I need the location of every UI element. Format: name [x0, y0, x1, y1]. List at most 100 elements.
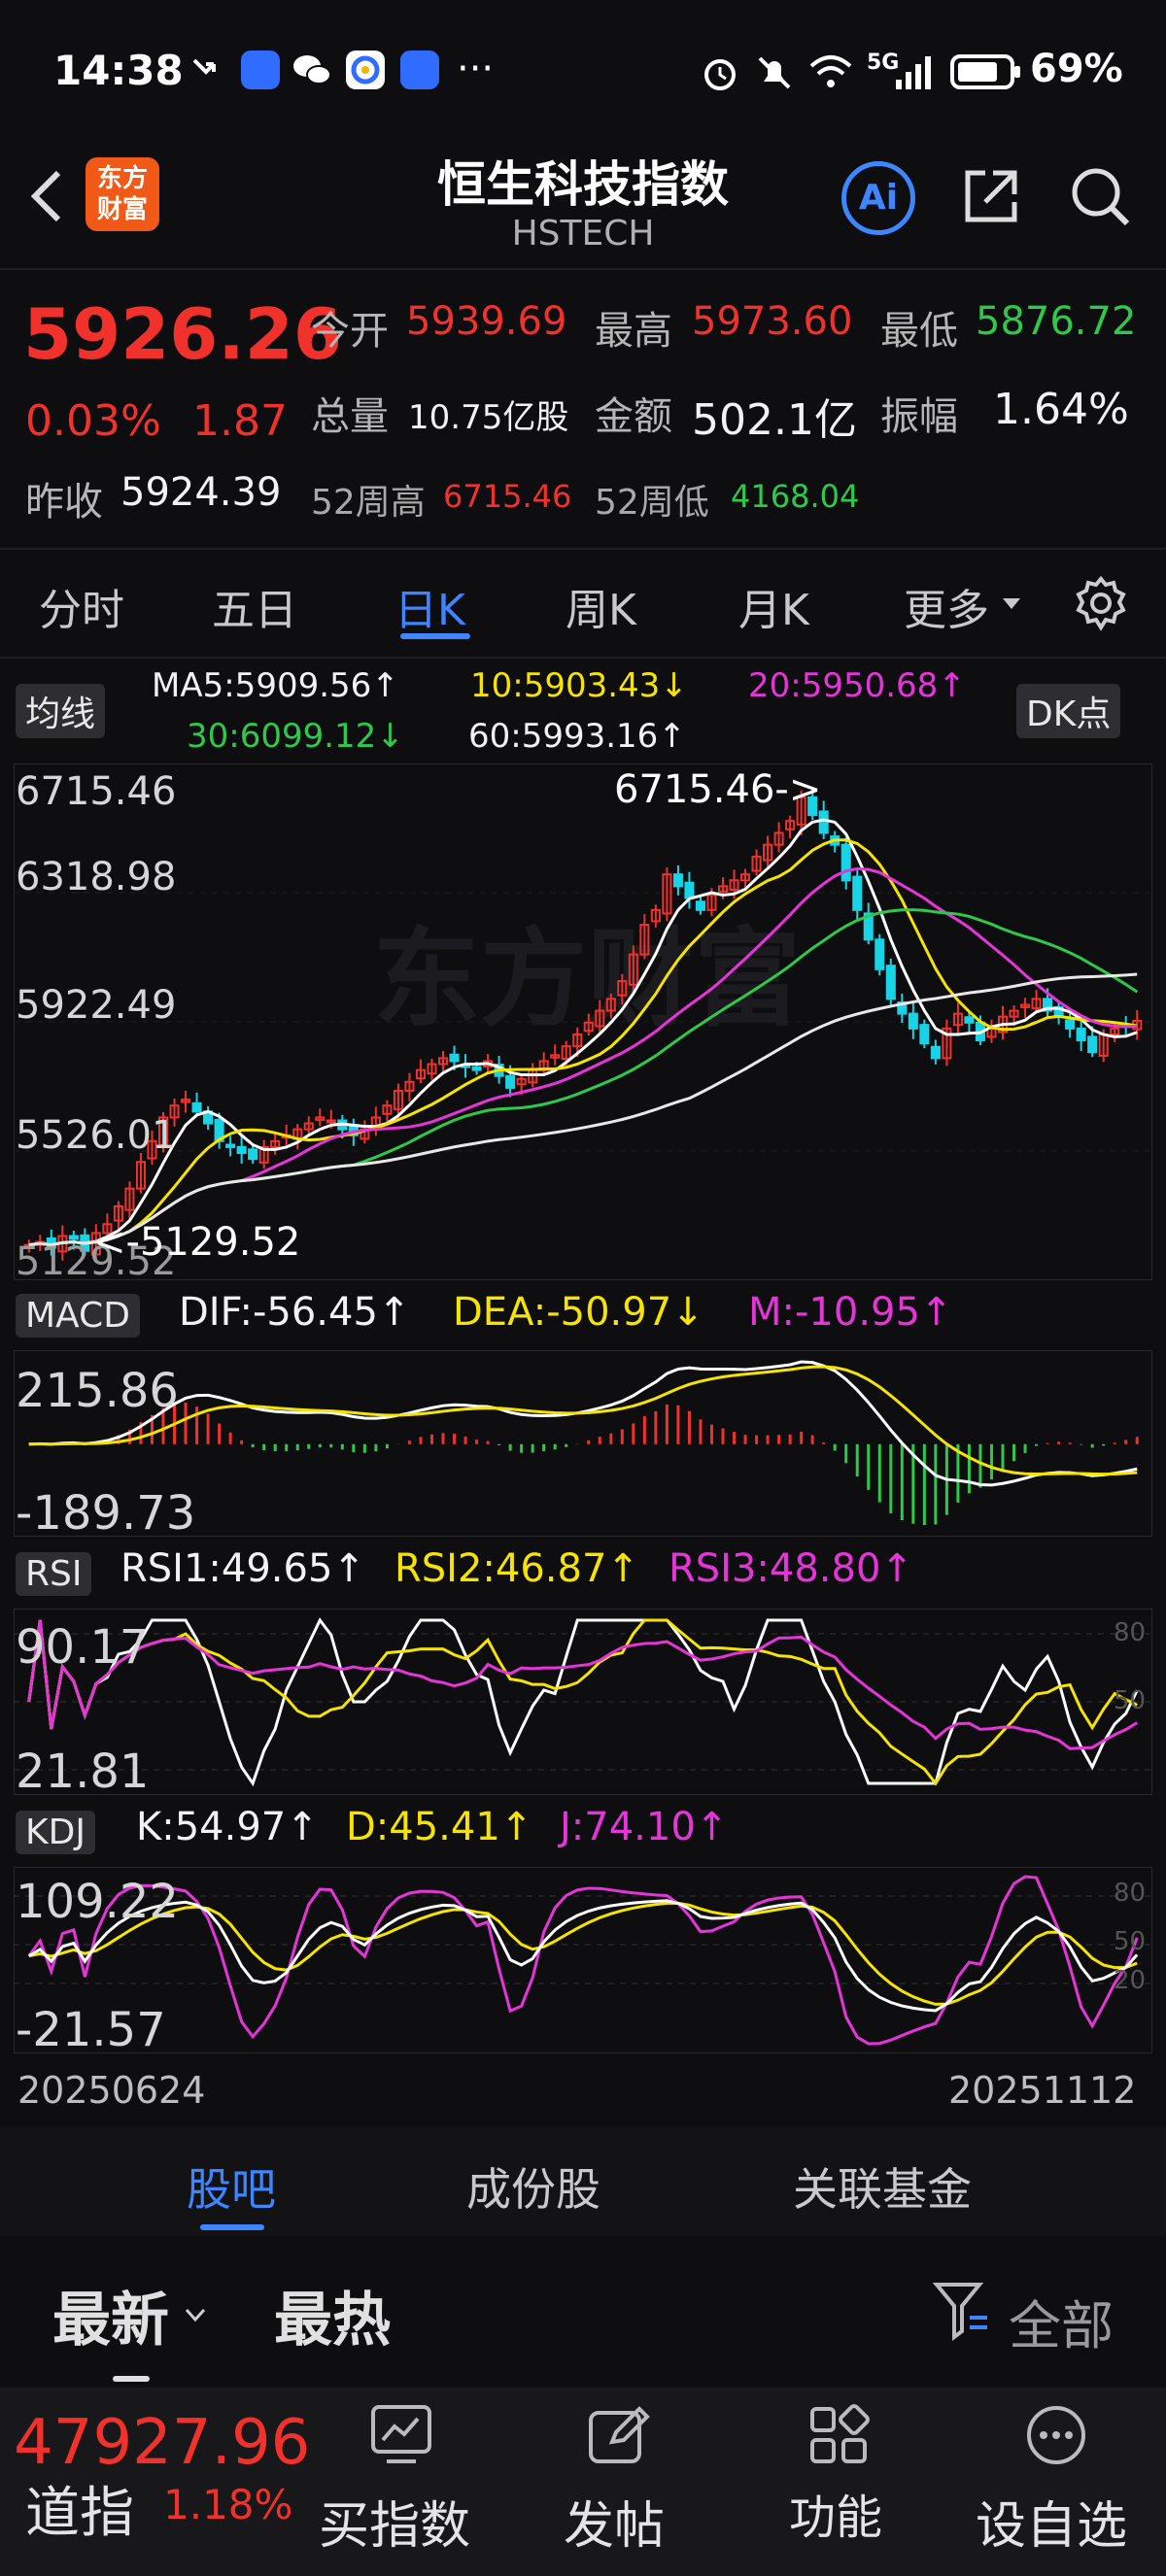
more-dropdown-icon: [1003, 598, 1020, 609]
nav-buy-index[interactable]: 买指数: [319, 2485, 470, 2558]
candle-body: [885, 965, 896, 1000]
date-start: 20250624: [17, 2069, 206, 2112]
candle-body: [840, 843, 851, 882]
candle-body: [695, 900, 705, 911]
low-marker: <-5129.52: [93, 1220, 301, 1265]
candle-body: [449, 1053, 460, 1063]
kdj-tick-bottom: -21.57: [16, 2003, 166, 2057]
tab-daily-k[interactable]: 日K: [394, 575, 465, 637]
candle-body: [874, 938, 885, 970]
amount-label: 金额: [595, 394, 672, 439]
sub-tab-constituents[interactable]: 成份股: [466, 2154, 600, 2219]
low-value: 5876.72: [976, 299, 1137, 344]
tab-weekly-k[interactable]: 周K: [566, 575, 636, 637]
j-legend: J:74.10↑: [560, 1805, 729, 1849]
ma10-legend: 10:5903.43↓: [470, 666, 688, 705]
d-legend: D:45.41↑: [346, 1805, 533, 1849]
ai-button[interactable]: Ai: [841, 161, 915, 235]
tab-monthly-k[interactable]: 月K: [738, 575, 809, 637]
dif-line: [28, 1360, 1138, 1487]
tab-intraday[interactable]: 分时: [39, 575, 124, 637]
change-percent: 0.03%: [25, 396, 161, 446]
tab-five-day[interactable]: 五日: [212, 575, 297, 637]
kdj-button[interactable]: KDJ: [16, 1811, 95, 1854]
date-end: 20251112: [948, 2069, 1137, 2112]
filter-icon[interactable]: [931, 2279, 993, 2347]
tab-active-indicator: [400, 633, 470, 639]
j-line: [27, 1875, 1139, 2046]
w52-high-label: 52周高: [311, 483, 426, 523]
rsi3-legend: RSI3:48.80↑: [669, 1546, 913, 1591]
macd-tick-top: 215.86: [16, 1364, 179, 1418]
kdj-chart[interactable]: [14, 1867, 1152, 2053]
kline-chart[interactable]: 东方财富: [14, 763, 1152, 1280]
high-marker: 6715.46->: [614, 767, 822, 812]
prev-close-label: 昨收: [25, 480, 103, 525]
sub-tab-related-funds[interactable]: 关联基金: [793, 2154, 972, 2219]
m-legend: M:-10.95↑: [748, 1290, 953, 1335]
candle-body: [1087, 1035, 1098, 1054]
feed-tab-latest[interactable]: 最新: [52, 2273, 169, 2357]
rsi-button[interactable]: RSI: [16, 1552, 92, 1596]
watchlist-icon: [1024, 2403, 1088, 2471]
latest-dropdown-icon[interactable]: [185, 2308, 206, 2327]
candle-body: [505, 1074, 516, 1089]
price-tick-3: 5922.49: [16, 983, 177, 1028]
volume-label: 总量: [311, 394, 389, 439]
search-icon[interactable]: [1065, 161, 1135, 235]
ticker-name[interactable]: 道指: [25, 2469, 134, 2548]
candle-body: [930, 1045, 941, 1060]
header: 东方财富 恒生科技指数 HSTECH Ai: [0, 146, 1166, 272]
macd-button[interactable]: MACD: [16, 1294, 140, 1338]
candle-body: [672, 873, 683, 888]
nav-post[interactable]: 发帖: [564, 2485, 665, 2558]
filter-label[interactable]: 全部: [1009, 2283, 1114, 2359]
price-tick-4: 5526.01: [16, 1113, 177, 1158]
amplitude-label: 振幅: [880, 394, 958, 439]
header-divider: [0, 268, 1166, 270]
alarm-icon: [700, 52, 740, 97]
high-label: 最高: [595, 309, 672, 354]
feed-latest-indicator: [113, 2376, 150, 2382]
wechat-icon: [292, 51, 331, 89]
open-label: 今开: [311, 309, 389, 354]
buy-index-icon: [369, 2403, 433, 2471]
signal-icon: [894, 52, 939, 95]
gear-icon[interactable]: [1073, 575, 1129, 635]
nav-function[interactable]: 功能: [789, 2479, 882, 2547]
candle-body: [225, 1143, 236, 1148]
candle-body: [852, 875, 863, 911]
tabs-divider: [0, 657, 1166, 659]
rsi-chart[interactable]: [14, 1609, 1152, 1795]
candle-body: [919, 1024, 930, 1045]
ma20-legend: 20:5950.68↑: [748, 666, 966, 705]
candle-body: [1076, 1027, 1086, 1042]
prev-close-value: 5924.39: [120, 470, 282, 515]
missed-call-icon: [190, 52, 229, 87]
ticker-value[interactable]: 47927.96: [14, 2407, 310, 2479]
sub-tab-forum[interactable]: 股吧: [187, 2154, 276, 2219]
mute-icon: [754, 52, 795, 97]
feed-tab-hot[interactable]: 最热: [274, 2273, 391, 2357]
rsi2-legend: RSI2:46.87↑: [394, 1546, 639, 1591]
low-label: 最低: [880, 309, 958, 354]
ma-button[interactable]: 均线: [16, 684, 106, 738]
kdj-level-50: 50: [1114, 1927, 1147, 1956]
candle-body: [1065, 1019, 1076, 1030]
change-value: 1.87: [192, 396, 288, 446]
nav-add-watchlist[interactable]: 设自选: [976, 2485, 1127, 2558]
browser-icon: [346, 51, 385, 89]
battery-percent: 69%: [1030, 47, 1123, 91]
candle-body: [818, 810, 829, 834]
share-icon[interactable]: [956, 161, 1026, 235]
ticker-change[interactable]: 1.18%: [163, 2481, 292, 2528]
ma5-legend: MA5:5909.56↑: [152, 666, 399, 705]
status-time: 14:38: [53, 47, 184, 94]
tab-more[interactable]: 更多: [904, 575, 989, 637]
dk-button[interactable]: DK点: [1016, 684, 1121, 738]
dea-legend: DEA:-50.97↓: [453, 1290, 704, 1335]
high-value: 5973.60: [692, 299, 853, 344]
candle-body: [248, 1148, 258, 1161]
d-line: [28, 1901, 1138, 2006]
dea-line: [28, 1365, 1138, 1476]
